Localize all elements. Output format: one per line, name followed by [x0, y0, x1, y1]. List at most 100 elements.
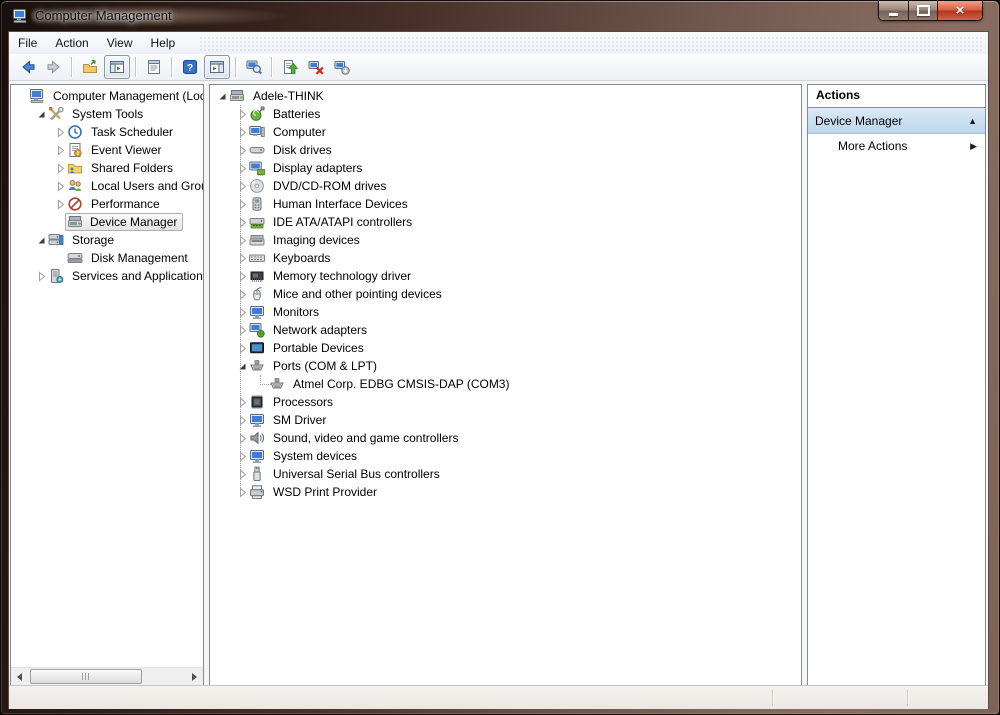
titlebar[interactable]: Computer Management ×: [1, 1, 999, 31]
tree-item[interactable]: Event Viewer: [11, 141, 203, 159]
expander-collapsed-icon[interactable]: [235, 235, 249, 246]
show-action-pane-button[interactable]: [204, 55, 230, 79]
expander-collapsed-icon[interactable]: [53, 163, 67, 174]
tree-item[interactable]: Device Manager: [11, 213, 203, 231]
tree-item-label: System devices: [270, 449, 360, 464]
tree-item[interactable]: Adele-THINK: [210, 87, 801, 105]
tree-item[interactable]: Mice and other pointing devices: [210, 285, 801, 303]
tree-item[interactable]: Monitors: [210, 303, 801, 321]
actions-section-device-manager[interactable]: Device Manager ▲: [808, 108, 985, 134]
tree-item[interactable]: System devices: [210, 447, 801, 465]
tree-item[interactable]: DVD/CD-ROM drives: [210, 177, 801, 195]
collapse-section-icon[interactable]: ▲: [968, 116, 985, 126]
tree-item[interactable]: Display adapters: [210, 159, 801, 177]
expander-collapsed-icon[interactable]: [53, 199, 67, 210]
expander-collapsed-icon[interactable]: [235, 145, 249, 156]
tree-item[interactable]: Sound, video and game controllers: [210, 429, 801, 447]
task-scheduler-icon: [67, 124, 83, 140]
expander-expanded-icon[interactable]: [34, 109, 48, 120]
tree-item[interactable]: Network adapters: [210, 321, 801, 339]
expander-expanded-icon[interactable]: [235, 361, 249, 372]
selected-tree-item[interactable]: Device Manager: [65, 213, 183, 231]
tree-item[interactable]: IDE ATA/ATAPI controllers: [210, 213, 801, 231]
maximize-button[interactable]: [908, 1, 937, 20]
tree-item-label: Shared Folders: [88, 161, 176, 176]
more-actions-item[interactable]: More Actions ▶: [808, 134, 985, 158]
horizontal-scrollbar[interactable]: [11, 667, 203, 685]
export-list-button[interactable]: [78, 56, 102, 78]
expander-collapsed-icon[interactable]: [235, 109, 249, 120]
forward-button[interactable]: [42, 56, 66, 78]
tree-item[interactable]: Computer Management (Local: [11, 87, 203, 105]
tree-item[interactable]: Memory technology driver: [210, 267, 801, 285]
tree-item[interactable]: Services and Applications: [11, 267, 203, 285]
tree-item[interactable]: Universal Serial Bus controllers: [210, 465, 801, 483]
expander-collapsed-icon[interactable]: [235, 451, 249, 462]
disable-device-button[interactable]: [330, 56, 354, 78]
properties-button[interactable]: [142, 56, 166, 78]
scroll-right-button[interactable]: [186, 668, 203, 685]
expander-expanded-icon[interactable]: [34, 235, 48, 246]
expander-collapsed-icon[interactable]: [235, 289, 249, 300]
expander-collapsed-icon[interactable]: [235, 487, 249, 498]
tree-item-label: Computer Management (Local: [50, 89, 204, 104]
minimize-button[interactable]: [879, 1, 908, 20]
tree-item[interactable]: Shared Folders: [11, 159, 203, 177]
back-button[interactable]: [16, 56, 40, 78]
tree-item[interactable]: Storage: [11, 231, 203, 249]
menu-help[interactable]: Help: [142, 33, 185, 54]
tree-item-label: IDE ATA/ATAPI controllers: [270, 215, 415, 230]
expander-collapsed-icon[interactable]: [235, 397, 249, 408]
update-driver-button[interactable]: [278, 56, 302, 78]
processor-icon: [249, 394, 265, 410]
expander-collapsed-icon[interactable]: [235, 307, 249, 318]
mouse-icon: [249, 286, 265, 302]
expander-collapsed-icon[interactable]: [235, 181, 249, 192]
help-button[interactable]: [178, 56, 202, 78]
menu-file[interactable]: File: [9, 33, 46, 54]
show-console-tree-button[interactable]: [104, 55, 130, 79]
expander-collapsed-icon[interactable]: [235, 217, 249, 228]
scrollbar-thumb[interactable]: [30, 669, 142, 684]
expander-collapsed-icon[interactable]: [235, 253, 249, 264]
tree-item[interactable]: Local Users and Groups: [11, 177, 203, 195]
tree-item[interactable]: Keyboards: [210, 249, 801, 267]
tree-item[interactable]: Disk drives: [210, 141, 801, 159]
tree-item[interactable]: Disk Management: [11, 249, 203, 267]
tree-item[interactable]: System Tools: [11, 105, 203, 123]
tree-item[interactable]: Computer: [210, 123, 801, 141]
tree-item[interactable]: WSD Print Provider: [210, 483, 801, 501]
tree-item[interactable]: Human Interface Devices: [210, 195, 801, 213]
storage-icon: [48, 232, 64, 248]
expander-collapsed-icon[interactable]: [235, 469, 249, 480]
expander-collapsed-icon[interactable]: [235, 415, 249, 426]
tree-item[interactable]: Portable Devices: [210, 339, 801, 357]
expander-collapsed-icon[interactable]: [235, 433, 249, 444]
expander-collapsed-icon[interactable]: [53, 181, 67, 192]
expander-collapsed-icon[interactable]: [235, 163, 249, 174]
expander-collapsed-icon[interactable]: [235, 271, 249, 282]
tree-item[interactable]: Atmel Corp. EDBG CMSIS-DAP (COM3): [210, 375, 801, 393]
expander-collapsed-icon[interactable]: [53, 127, 67, 138]
scan-hardware-button[interactable]: [242, 56, 266, 78]
menu-view[interactable]: View: [98, 33, 142, 54]
memory-icon: [249, 268, 265, 284]
tree-item[interactable]: Processors: [210, 393, 801, 411]
scroll-left-button[interactable]: [11, 668, 28, 685]
close-button[interactable]: ×: [937, 1, 982, 20]
tree-item[interactable]: Task Scheduler: [11, 123, 203, 141]
expander-expanded-icon[interactable]: [215, 91, 229, 102]
expander-collapsed-icon[interactable]: [53, 145, 67, 156]
expander-collapsed-icon[interactable]: [235, 199, 249, 210]
expander-collapsed-icon[interactable]: [34, 271, 48, 282]
tree-item[interactable]: Performance: [11, 195, 203, 213]
expander-collapsed-icon[interactable]: [235, 325, 249, 336]
menu-action[interactable]: Action: [46, 33, 97, 54]
tree-item[interactable]: Imaging devices: [210, 231, 801, 249]
expander-collapsed-icon[interactable]: [235, 343, 249, 354]
uninstall-device-button[interactable]: [304, 56, 328, 78]
tree-item[interactable]: Batteries: [210, 105, 801, 123]
tree-item[interactable]: Ports (COM & LPT): [210, 357, 801, 375]
expander-collapsed-icon[interactable]: [235, 127, 249, 138]
tree-item[interactable]: SM Driver: [210, 411, 801, 429]
